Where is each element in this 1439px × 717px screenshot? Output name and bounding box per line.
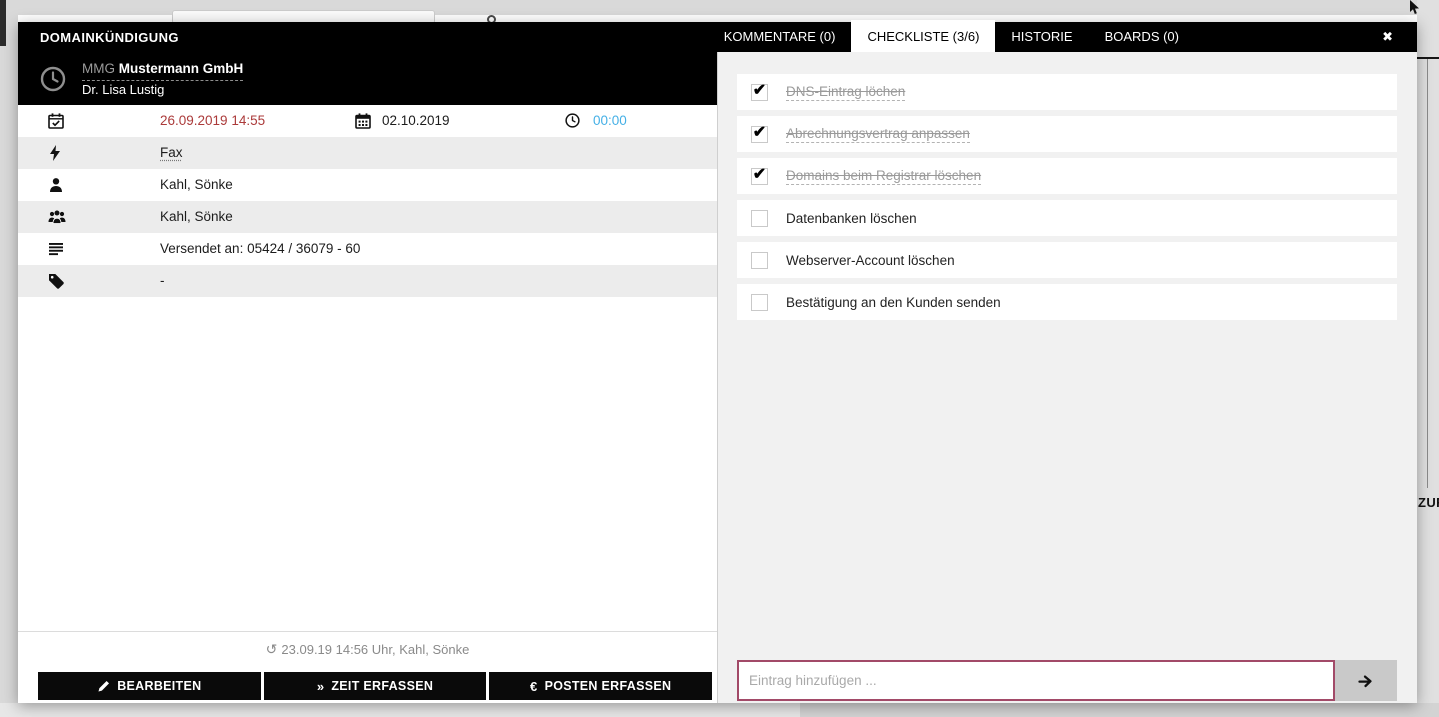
check-icon: ✔ <box>753 126 766 140</box>
track-time-button[interactable]: » ZEIT ERFASSEN <box>264 672 487 700</box>
check-icon: ✔ <box>753 168 766 182</box>
checkbox-checked[interactable]: ✔ <box>751 84 768 101</box>
checklist-item[interactable]: ✔ Domains beim Registrar löschen <box>737 158 1397 194</box>
background-partial-label: ZUR <box>1418 495 1439 510</box>
customer-header: MMG Mustermann GmbH Dr. Lisa Lustig <box>18 52 717 105</box>
modal-tabs: KOMMENTARE (0) CHECKLISTE (3/6) HISTORIE… <box>708 22 1195 52</box>
edit-button-label: BEARBEITEN <box>117 679 201 693</box>
task-detail-modal: DOMAINKÜNDIGUNG KOMMENTARE (0) CHECKLIST… <box>18 22 1417 703</box>
chevrons-icon: » <box>317 679 325 694</box>
background-right-strip <box>1417 0 1439 717</box>
tags-value: - <box>160 265 165 297</box>
action-buttons: BEARBEITEN » ZEIT ERFASSEN € POSTEN ERFA… <box>38 672 712 700</box>
checklist-items: ✔ DNS-Eintrag löchen ✔ Abrechnungsvertra… <box>737 74 1397 326</box>
checklist-item-label: Bestätigung an den Kunden senden <box>786 295 1001 310</box>
euro-icon: € <box>530 679 538 694</box>
dates-row: 26.09.2019 14:55 02.10.2019 <box>18 105 717 137</box>
background-bottom-strip-dark <box>800 703 1439 717</box>
tags-row: - <box>18 265 717 297</box>
background-vertical-line <box>1427 59 1428 488</box>
customer-link[interactable]: MMG Mustermann GmbH <box>82 59 243 81</box>
check-icon: ✔ <box>753 84 766 98</box>
tab-boards[interactable]: BOARDS (0) <box>1089 22 1195 52</box>
bolt-icon <box>48 145 64 161</box>
contact-person: Dr. Lisa Lustig <box>82 81 243 100</box>
calendar-check-icon <box>48 113 64 129</box>
modal-title: DOMAINKÜNDIGUNG <box>40 30 179 45</box>
checkbox-checked[interactable]: ✔ <box>751 126 768 143</box>
history-icon: ↺ <box>266 641 278 657</box>
customer-short: MMG <box>82 61 115 76</box>
add-expense-button-label: POSTEN ERFASSEN <box>545 679 672 693</box>
track-time-button-label: ZEIT ERFASSEN <box>331 679 433 693</box>
checklist-item-label: Datenbanken löschen <box>786 211 917 226</box>
tab-historie[interactable]: HISTORIE <box>995 22 1088 52</box>
edit-button[interactable]: BEARBEITEN <box>38 672 261 700</box>
close-icon[interactable]: ✖ <box>1374 22 1401 52</box>
checkbox-unchecked[interactable] <box>751 210 768 227</box>
calendar-icon <box>355 113 371 129</box>
checklist-item[interactable]: Webserver-Account löschen <box>737 242 1397 278</box>
clock-icon <box>565 113 581 129</box>
checklist-item-label: DNS-Eintrag löchen <box>786 84 905 101</box>
background-left-widget <box>0 0 6 46</box>
team-value: Kahl, Sönke <box>160 201 233 233</box>
tracked-time[interactable]: 00:00 <box>593 105 627 137</box>
info-row: Versendet an: 05424 / 36079 - 60 <box>18 233 717 265</box>
assignee-row: Kahl, Sönke <box>18 169 717 201</box>
user-icon <box>48 177 64 193</box>
add-entry-bar <box>737 660 1397 701</box>
clock-circle-icon <box>40 66 66 92</box>
checklist-item[interactable]: Bestätigung an den Kunden senden <box>737 284 1397 320</box>
pencil-icon <box>97 680 110 693</box>
users-icon <box>48 209 64 225</box>
mouse-cursor-icon <box>1409 0 1420 15</box>
start-datetime: 26.09.2019 14:55 <box>160 105 265 137</box>
channel-row: Fax <box>18 137 717 169</box>
add-entry-input[interactable] <box>737 660 1335 701</box>
background-divider-line <box>1417 57 1439 59</box>
background-left-strip <box>0 0 18 710</box>
checklist-item[interactable]: ✔ DNS-Eintrag löchen <box>737 74 1397 110</box>
customer-text: MMG Mustermann GmbH Dr. Lisa Lustig <box>82 57 243 99</box>
assignee-value: Kahl, Sönke <box>160 169 233 201</box>
task-details-panel: MMG Mustermann GmbH Dr. Lisa Lustig <box>18 52 717 703</box>
detail-rows: 26.09.2019 14:55 02.10.2019 <box>18 105 717 297</box>
checkbox-checked[interactable]: ✔ <box>751 168 768 185</box>
align-left-icon <box>48 241 64 257</box>
left-panel-footer: ↺23.09.19 14:56 Uhr, Kahl, Sönke BEARBEI… <box>18 631 717 703</box>
arrow-right-icon <box>1358 673 1375 689</box>
checklist-item[interactable]: ✔ Abrechnungsvertrag anpassen <box>737 116 1397 152</box>
modal-titlebar: DOMAINKÜNDIGUNG KOMMENTARE (0) CHECKLIST… <box>18 22 1417 52</box>
tab-kommentare[interactable]: KOMMENTARE (0) <box>708 22 852 52</box>
last-change: ↺23.09.19 14:56 Uhr, Kahl, Sönke <box>18 641 717 658</box>
info-value: Versendet an: 05424 / 36079 - 60 <box>160 233 360 265</box>
checkbox-unchecked[interactable] <box>751 252 768 269</box>
tag-icon <box>48 273 64 289</box>
tab-checkliste[interactable]: CHECKLISTE (3/6) <box>851 20 995 55</box>
team-row: Kahl, Sönke <box>18 201 717 233</box>
channel-value[interactable]: Fax <box>160 137 183 169</box>
checklist-item-label: Abrechnungsvertrag anpassen <box>786 126 970 143</box>
due-date: 02.10.2019 <box>382 105 450 137</box>
checklist-item[interactable]: Datenbanken löschen <box>737 200 1397 236</box>
checkbox-unchecked[interactable] <box>751 294 768 311</box>
add-expense-button[interactable]: € POSTEN ERFASSEN <box>489 672 712 700</box>
screen: ZUR DOMAINKÜNDIGUNG KOMMENTARE (0) CHECK… <box>0 0 1439 717</box>
checklist-panel: ✔ DNS-Eintrag löchen ✔ Abrechnungsvertra… <box>717 52 1417 703</box>
last-change-text: 23.09.19 14:56 Uhr, Kahl, Sönke <box>281 642 469 657</box>
customer-name: Mustermann GmbH <box>119 61 244 76</box>
checklist-item-label: Domains beim Registrar löschen <box>786 168 981 185</box>
checklist-item-label: Webserver-Account löschen <box>786 253 955 268</box>
submit-entry-button[interactable] <box>1335 660 1397 701</box>
